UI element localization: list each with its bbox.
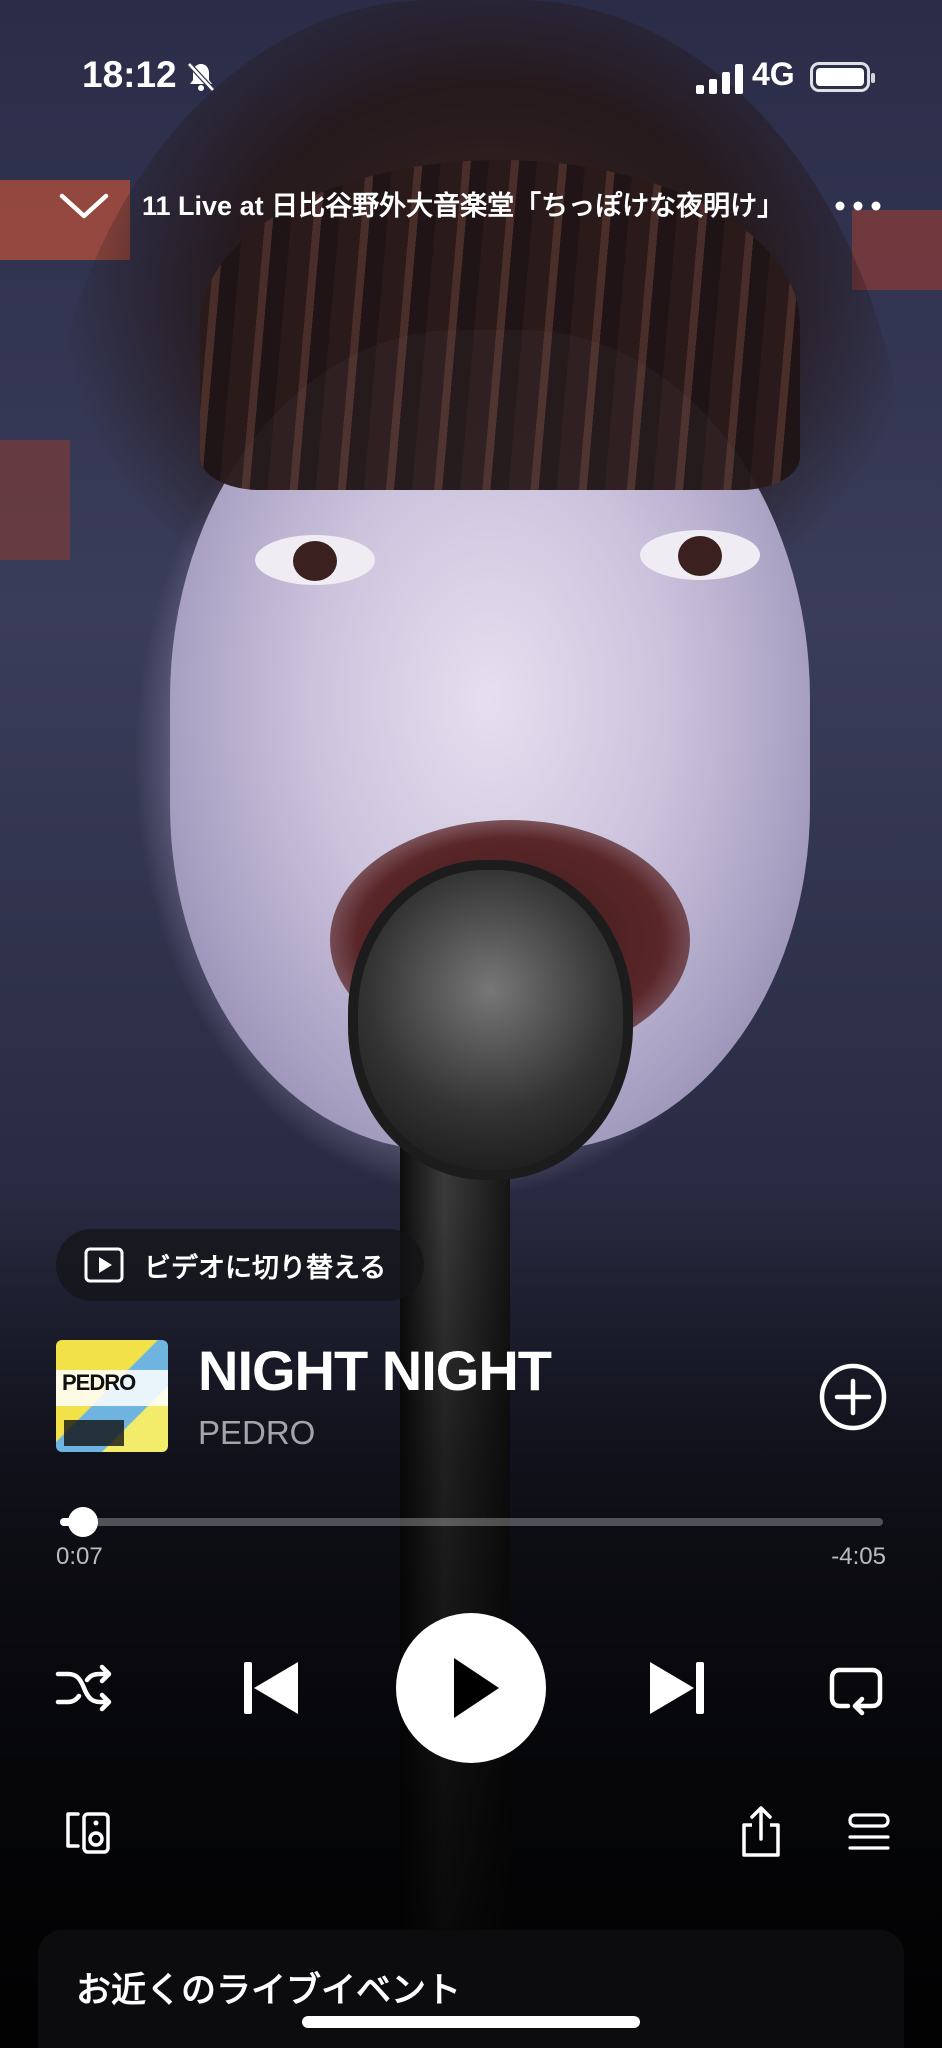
add-to-library-icon[interactable] <box>818 1362 888 1432</box>
track-artist[interactable]: PEDRO <box>198 1414 315 1452</box>
play-icon <box>454 1658 499 1718</box>
elapsed-time: 0:07 <box>56 1543 103 1570</box>
artwork-text: PEDRO <box>62 1370 136 1395</box>
connect-devices-icon[interactable] <box>62 1808 112 1858</box>
switch-to-video-label: ビデオに切り替える <box>144 1252 387 1283</box>
live-events-heading: お近くのライブイベント <box>76 1971 462 2010</box>
video-play-icon <box>84 1247 124 1283</box>
shuffle-icon[interactable] <box>54 1660 114 1716</box>
repeat-icon[interactable] <box>826 1660 886 1716</box>
chevron-down-icon[interactable] <box>56 182 112 228</box>
singer-eye <box>640 530 760 580</box>
bell-slash-icon <box>184 60 218 94</box>
player-header: 11 Live at 日比谷野外大音楽堂「ちっぽけな夜明け」 <box>0 170 942 240</box>
cellular-signal-icon <box>696 62 744 94</box>
playback-progress-bar[interactable] <box>60 1507 883 1537</box>
queue-icon[interactable] <box>846 1810 892 1856</box>
album-artwork[interactable]: PEDRO <box>56 1340 168 1452</box>
remaining-time: -4:05 <box>831 1543 886 1570</box>
status-time: 18:12 <box>82 54 177 95</box>
battery-icon <box>810 62 875 92</box>
playing-context-title: 11 Live at 日比谷野外大音楽堂「ちっぽけな夜明け」 <box>142 191 785 221</box>
play-button[interactable] <box>396 1613 546 1763</box>
track-title[interactable]: NIGHT NIGHT <box>198 1338 552 1403</box>
previous-track-icon[interactable] <box>240 1658 302 1718</box>
progress-scrubber-handle[interactable] <box>67 1507 98 1537</box>
next-track-icon[interactable] <box>646 1658 708 1718</box>
more-options-icon[interactable] <box>830 188 886 224</box>
share-icon[interactable] <box>736 1805 786 1859</box>
status-bar: 18:12 4G <box>0 50 942 105</box>
switch-to-video-button[interactable]: ビデオに切り替える <box>56 1229 424 1301</box>
network-type: 4G <box>752 56 795 92</box>
singer-eye <box>255 535 375 585</box>
home-indicator[interactable] <box>302 2016 640 2028</box>
live-events-card[interactable]: お近くのライブイベント <box>38 1930 904 2048</box>
microphone <box>348 860 633 1180</box>
